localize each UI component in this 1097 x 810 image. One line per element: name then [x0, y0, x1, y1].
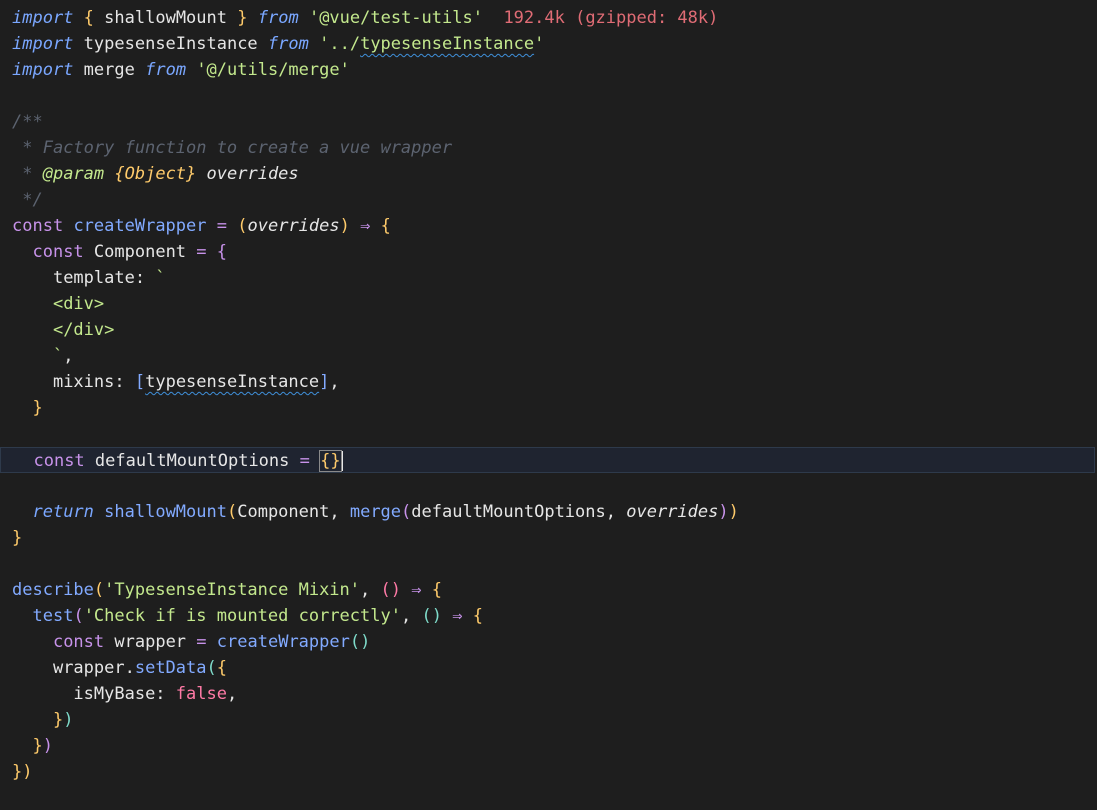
code-line-6[interactable]: * Factory function to create a vue wrapp… — [0, 135, 1097, 161]
code-line-9[interactable]: const createWrapper = (overrides) ⇒ { — [0, 213, 1097, 239]
code-line-7[interactable]: * @param {Object} overrides — [0, 161, 1097, 187]
spell-warning: typesenseInstance — [145, 372, 320, 392]
code-line-11[interactable]: template: ` — [0, 265, 1097, 291]
spell-warning: typesenseInstance — [360, 34, 535, 54]
code-line-2[interactable]: import typesenseInstance from '../typese… — [0, 31, 1097, 57]
text-cursor — [340, 451, 343, 471]
code-line-17[interactable] — [0, 421, 1097, 447]
code-line-1[interactable]: import { shallowMount } from '@vue/test-… — [0, 5, 1097, 31]
code-line-14[interactable]: `, — [0, 343, 1097, 369]
code-line-18-current[interactable]: const defaultMountOptions = {} — [0, 447, 1095, 473]
code-line-22[interactable] — [0, 551, 1097, 577]
code-line-13[interactable]: </div> — [0, 317, 1097, 343]
code-line-19[interactable] — [0, 473, 1097, 499]
code-line-5[interactable]: /** — [0, 109, 1097, 135]
code-line-10[interactable]: const Component = { — [0, 239, 1097, 265]
code-line-4[interactable] — [0, 83, 1097, 109]
import-cost-hint: 192.4k (gzipped: 48k) — [503, 8, 719, 28]
code-line-30[interactable]: }) — [0, 759, 1097, 785]
code-line-26[interactable]: wrapper.setData({ — [0, 655, 1097, 681]
code-line-21[interactable]: } — [0, 525, 1097, 551]
code-line-27[interactable]: isMyBase: false, — [0, 681, 1097, 707]
code-line-15[interactable]: mixins: [typesenseInstance], — [0, 369, 1097, 395]
code-line-24[interactable]: test('Check if is mounted correctly', ()… — [0, 603, 1097, 629]
code-line-29[interactable]: }) — [0, 733, 1097, 759]
code-line-20[interactable]: return shallowMount(Component, merge(def… — [0, 499, 1097, 525]
code-line-23[interactable]: describe('TypesenseInstance Mixin', () ⇒… — [0, 577, 1097, 603]
code-line-25[interactable]: const wrapper = createWrapper() — [0, 629, 1097, 655]
code-line-12[interactable]: <div> — [0, 291, 1097, 317]
code-line-16[interactable]: } — [0, 395, 1097, 421]
code-line-3[interactable]: import merge from '@/utils/merge' — [0, 57, 1097, 83]
code-line-8[interactable]: */ — [0, 187, 1097, 213]
code-editor[interactable]: import { shallowMount } from '@vue/test-… — [0, 0, 1097, 810]
matched-brackets: {} — [319, 450, 342, 472]
code-line-28[interactable]: }) — [0, 707, 1097, 733]
